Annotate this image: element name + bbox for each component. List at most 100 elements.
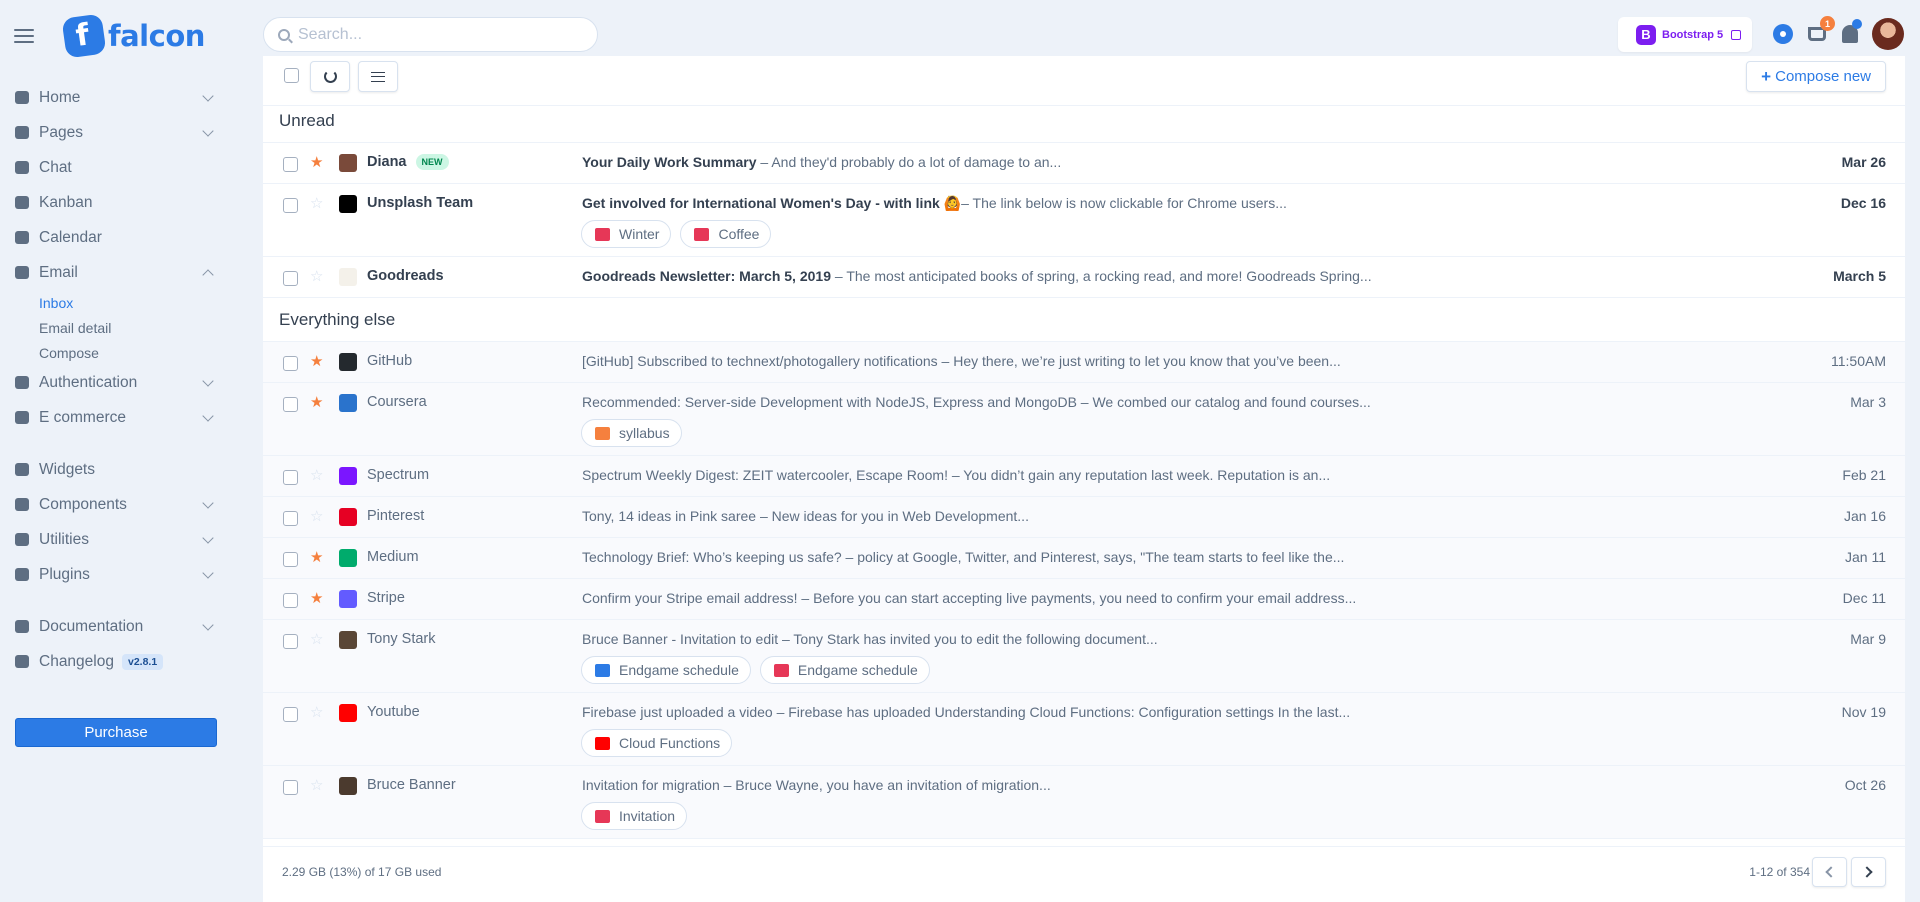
purchase-button[interactable]: Purchase xyxy=(15,718,217,747)
attachment-chip[interactable]: syllabus xyxy=(581,419,682,447)
email-row[interactable]: ☆ Spectrum Spectrum Weekly Digest: ZEIT wa… xyxy=(263,456,1905,497)
next-page-button[interactable] xyxy=(1851,857,1886,887)
sidebar: falcon Home Pages Chat Kanban Calendar Email I… xyxy=(0,0,232,902)
email-checkbox[interactable] xyxy=(283,552,298,567)
sidebar-item-home[interactable]: Home xyxy=(14,80,218,115)
email-row[interactable]: ☆ Goodreads Goodreads Newsletter: March 5,… xyxy=(263,257,1905,298)
sidebar-item-plugins[interactable]: Plugins xyxy=(14,557,218,592)
sidebar-item-changelog[interactable]: Changelog v2.8.1 xyxy=(14,644,218,679)
email-checkbox[interactable] xyxy=(283,707,298,722)
email-checkbox[interactable] xyxy=(283,397,298,412)
star-icon[interactable]: ☆ xyxy=(310,509,323,524)
email-row[interactable]: ☆ Youtube Firebase just uploaded a video –… xyxy=(263,693,1905,766)
email-row[interactable]: ★ Medium Technology Brief: Who’s keeping u… xyxy=(263,538,1905,579)
email-row[interactable]: ★ Stripe Confirm your Stripe email address… xyxy=(263,579,1905,620)
email-preview[interactable]: Technology Brief: Who’s keeping us safe?… xyxy=(582,549,1344,565)
inbox-toolbar: + Compose new xyxy=(263,56,1905,106)
attachment-list: Endgame schedule Endgame schedule xyxy=(581,656,930,684)
cart-icon[interactable]: 1 xyxy=(1805,16,1835,46)
email-preview[interactable]: [GitHub] Subscribed to technext/photogal… xyxy=(582,353,1341,369)
filter-button[interactable] xyxy=(358,61,398,92)
sidebar-item-pages[interactable]: Pages xyxy=(14,115,218,150)
brand-logo[interactable]: falcon xyxy=(61,13,205,59)
sidebar-item-e-commerce[interactable]: E commerce xyxy=(14,400,218,435)
email-checkbox[interactable] xyxy=(283,470,298,485)
email-checkbox[interactable] xyxy=(283,356,298,371)
email-date: 11:50AM xyxy=(1831,353,1886,369)
email-checkbox[interactable] xyxy=(283,511,298,526)
notification-bell-icon[interactable] xyxy=(1838,19,1862,46)
refresh-button[interactable] xyxy=(310,61,350,92)
email-row[interactable]: ☆ Unsplash Team Get involved for Internati… xyxy=(263,184,1905,257)
sidebar-item-components[interactable]: Components xyxy=(14,487,218,522)
star-icon[interactable]: ★ xyxy=(310,155,323,170)
email-preview[interactable]: Firebase just uploaded a video – Firebas… xyxy=(582,704,1350,720)
sidebar-item-chat[interactable]: Chat xyxy=(14,150,218,185)
plug-icon xyxy=(14,567,30,583)
sidebar-subitem-compose[interactable]: Compose xyxy=(39,340,218,365)
bootstrap-link[interactable]: B Bootstrap 5 xyxy=(1618,17,1752,52)
search-input[interactable] xyxy=(298,25,578,44)
sidebar-item-documentation[interactable]: Documentation xyxy=(14,609,218,644)
email-checkbox[interactable] xyxy=(283,780,298,795)
unread-list: ★ Diana NEW Your Daily Work Summary – And t… xyxy=(263,143,1905,298)
email-row[interactable]: ★ Diana NEW Your Daily Work Summary – And t… xyxy=(263,143,1905,184)
email-snippet: – The most anticipated books of spring, … xyxy=(831,268,1372,284)
sidebar-subitem-email-detail[interactable]: Email detail xyxy=(39,315,218,340)
email-preview[interactable]: Bruce Banner - Invitation to edit – Tony… xyxy=(582,631,1158,647)
attachment-chip[interactable]: Endgame schedule xyxy=(759,656,930,684)
email-subject: Confirm your Stripe email address! xyxy=(582,590,798,606)
sidebar-item-kanban[interactable]: Kanban xyxy=(14,185,218,220)
email-checkbox[interactable] xyxy=(283,271,298,286)
prev-page-button[interactable] xyxy=(1812,857,1847,887)
email-checkbox[interactable] xyxy=(283,593,298,608)
email-preview[interactable]: Tony, 14 ideas in Pink saree – New ideas… xyxy=(582,508,1029,524)
sidebar-item-utilities[interactable]: Utilities xyxy=(14,522,218,557)
email-row[interactable]: ★ GitHub [GitHub] Subscribed to technext/p… xyxy=(263,342,1905,383)
email-checkbox[interactable] xyxy=(283,634,298,649)
email-row[interactable]: ☆ Pinterest Tony, 14 ideas in Pink saree –… xyxy=(263,497,1905,538)
attachment-chip[interactable]: Endgame schedule xyxy=(581,656,751,684)
sidebar-item-label: Changelog xyxy=(39,652,114,670)
star-icon[interactable]: ☆ xyxy=(310,196,323,211)
star-icon[interactable]: ★ xyxy=(310,591,323,606)
sidebar-subitem-inbox[interactable]: Inbox xyxy=(39,290,218,315)
email-preview[interactable]: Confirm your Stripe email address! – Bef… xyxy=(582,590,1356,606)
compose-new-button[interactable]: + Compose new xyxy=(1746,61,1886,92)
email-preview[interactable]: Invitation for migration – Bruce Wayne, … xyxy=(582,777,1051,793)
star-icon[interactable]: ★ xyxy=(310,395,323,410)
star-icon[interactable]: ☆ xyxy=(310,778,323,793)
menu-toggle-icon[interactable] xyxy=(14,29,34,43)
email-row[interactable]: ☆ Tony Stark Bruce Banner - Invitation to … xyxy=(263,620,1905,693)
email-subject: Get involved for International Women's D… xyxy=(582,195,962,211)
sidebar-item-authentication[interactable]: Authentication xyxy=(14,365,218,400)
email-checkbox[interactable] xyxy=(283,198,298,213)
search-box[interactable] xyxy=(263,17,598,52)
user-avatar[interactable] xyxy=(1872,18,1904,50)
star-icon[interactable]: ☆ xyxy=(310,705,323,720)
star-icon[interactable]: ☆ xyxy=(310,468,323,483)
email-row[interactable]: ☆ Bruce Banner Invitation for migration – … xyxy=(263,766,1905,839)
email-subject: Goodreads Newsletter: March 5, 2019 xyxy=(582,268,831,284)
email-snippet: – Bruce Wayne, you have an invitation of… xyxy=(719,777,1051,793)
email-preview[interactable]: Goodreads Newsletter: March 5, 2019 – Th… xyxy=(582,268,1372,284)
star-icon[interactable]: ☆ xyxy=(310,269,323,284)
settings-gear-icon[interactable] xyxy=(1771,22,1795,46)
email-preview[interactable]: Your Daily Work Summary – And they'd pro… xyxy=(582,154,1061,170)
attachment-chip[interactable]: Invitation xyxy=(581,802,688,830)
star-icon[interactable]: ☆ xyxy=(310,632,323,647)
email-row[interactable]: ★ Coursera Recommended: Server-side Develo… xyxy=(263,383,1905,456)
email-preview[interactable]: Recommended: Server-side Development wit… xyxy=(582,394,1371,410)
sidebar-item-email[interactable]: Email xyxy=(14,255,218,290)
select-all-checkbox[interactable] xyxy=(284,68,299,83)
attachment-chip[interactable]: Winter xyxy=(581,220,672,248)
email-preview[interactable]: Spectrum Weekly Digest: ZEIT watercooler… xyxy=(582,467,1330,483)
star-icon[interactable]: ★ xyxy=(310,550,323,565)
sidebar-item-calendar[interactable]: Calendar xyxy=(14,220,218,255)
star-icon[interactable]: ★ xyxy=(310,354,323,369)
attachment-chip[interactable]: Cloud Functions xyxy=(581,729,733,757)
sidebar-item-widgets[interactable]: Widgets xyxy=(14,452,218,487)
email-preview[interactable]: Get involved for International Women's D… xyxy=(582,195,1287,212)
attachment-chip[interactable]: Coffee xyxy=(680,220,772,248)
email-checkbox[interactable] xyxy=(283,157,298,172)
